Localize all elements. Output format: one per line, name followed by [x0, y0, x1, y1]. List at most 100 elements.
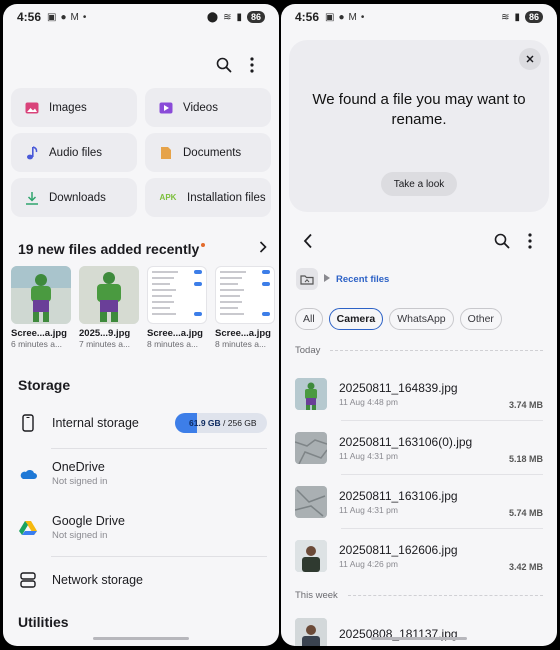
- home-folder-icon[interactable]: [296, 268, 318, 290]
- breadcrumb-recent-files[interactable]: Recent files: [336, 274, 389, 285]
- recent-item[interactable]: 2025...9.jpg 7 minutes a...: [79, 266, 139, 349]
- recent-item[interactable]: Scree...a.jpg 6 minutes a...: [11, 266, 71, 349]
- wifi-icon: ≋: [223, 11, 232, 23]
- category-videos[interactable]: Videos: [145, 88, 271, 127]
- internal-storage-label: Internal storage: [52, 416, 139, 430]
- utilities-section-title: Utilities: [18, 614, 69, 630]
- category-images[interactable]: Images: [11, 88, 137, 127]
- category-label: Audio files: [49, 146, 103, 159]
- system-icons: ≋ ▮ 86: [501, 11, 543, 23]
- file-row[interactable]: 20250811_164839.jpg 11 Aug 4:48 pm 3.74 …: [295, 376, 543, 412]
- banner-message: We found a file you may want to rename.: [312, 91, 526, 128]
- chevron-right-icon[interactable]: [259, 240, 267, 258]
- apk-icon: APK: [159, 193, 177, 202]
- image-icon: [23, 102, 41, 114]
- recent-item-name: Scree...a.jpg: [147, 328, 203, 339]
- divider: [51, 448, 267, 449]
- recent-item-name: 2025...9.jpg: [79, 328, 131, 339]
- file-name: 20250811_163106(0).jpg: [339, 435, 473, 449]
- filter-chip-camera[interactable]: Camera: [328, 308, 384, 330]
- recent-item[interactable]: Scree...a.jpg 8 minutes a...: [147, 266, 207, 349]
- storage-used: 61.9 GB: [189, 418, 221, 428]
- divider: [341, 528, 543, 529]
- system-icons: ⬤ ≋ ▮ 86: [207, 11, 265, 23]
- network-storage-item[interactable]: Network storage: [18, 570, 267, 590]
- recent-item-name: Scree...a.jpg: [11, 328, 67, 339]
- divider: [341, 474, 543, 475]
- signal-icon: ▮: [236, 11, 242, 23]
- recent-thumbnail-screenshot: [147, 266, 207, 324]
- file-row[interactable]: 20250808_181137.jpg: [295, 616, 543, 646]
- screenshot-icon: ▣: [325, 11, 335, 23]
- filter-chip-all[interactable]: All: [295, 308, 323, 330]
- back-arrow-icon[interactable]: [297, 230, 319, 252]
- phone-icon: [18, 414, 38, 432]
- signal-icon: ▮: [514, 11, 520, 23]
- recent-item-name: Scree...a.jpg: [215, 328, 271, 339]
- dashed-divider: [347, 595, 543, 596]
- recent-files-screen: 4:56 ▣ ● M • ≋ ▮ 86 We found a file you …: [281, 4, 557, 646]
- download-icon: [23, 191, 41, 205]
- category-grid: Images Videos Audio files Documents Down…: [11, 88, 271, 217]
- file-thumbnail: [295, 540, 327, 572]
- storage-section-title: Storage: [18, 377, 71, 393]
- take-a-look-button[interactable]: Take a look: [381, 172, 457, 196]
- file-size: 3.74 MB: [508, 400, 543, 410]
- file-row[interactable]: 20250811_163106(0).jpg 11 Aug 4:31 pm 5.…: [295, 430, 543, 466]
- file-date: 11 Aug 4:48 pm: [339, 397, 398, 407]
- more-options-icon[interactable]: [519, 230, 541, 252]
- close-icon[interactable]: [519, 48, 541, 70]
- new-indicator-dot: [201, 243, 206, 247]
- file-name: 20250811_162606.jpg: [339, 543, 458, 557]
- filter-chip-whatsapp[interactable]: WhatsApp: [389, 308, 454, 330]
- storage-usage-text: 61.9 GB / 256 GB: [175, 418, 257, 428]
- group-label: This week: [295, 590, 338, 601]
- google-drive-label: Google Drive: [52, 514, 125, 528]
- file-name: 20250811_163106.jpg: [339, 489, 458, 503]
- recent-item[interactable]: Scree...a.jpg 8 minutes a...: [215, 266, 275, 349]
- notification-icons: ▣ ● M •: [47, 12, 86, 23]
- status-time: 4:56: [295, 10, 320, 24]
- category-downloads[interactable]: Downloads: [11, 178, 137, 217]
- filter-chip-other[interactable]: Other: [459, 308, 502, 330]
- google-drive-item[interactable]: Google Drive Not signed in: [18, 514, 267, 541]
- file-row[interactable]: 20250811_162606.jpg 11 Aug 4:26 pm 3.42 …: [295, 538, 543, 574]
- recent-thumbnail-hulk: [11, 266, 71, 324]
- category-installation-files[interactable]: APK Installation files: [145, 178, 271, 217]
- home-indicator[interactable]: [371, 637, 467, 640]
- recent-thumbnail-hulk: [79, 266, 139, 324]
- file-date: 11 Aug 4:26 pm: [339, 559, 398, 569]
- status-time: 4:56: [17, 10, 42, 24]
- group-header-this-week: This week: [295, 590, 543, 601]
- status-bar: 4:56 ▣ ● M • ⬤ ≋ ▮ 86: [3, 4, 279, 30]
- onedrive-item[interactable]: OneDrive Not signed in: [18, 460, 267, 487]
- search-icon[interactable]: [491, 230, 513, 252]
- file-row[interactable]: 20250811_163106.jpg 11 Aug 4:31 pm 5.74 …: [295, 484, 543, 520]
- category-audio[interactable]: Audio files: [11, 133, 137, 172]
- server-icon: [18, 572, 38, 588]
- category-label: Videos: [183, 101, 218, 114]
- recent-item-time: 8 minutes a...: [215, 339, 267, 349]
- divider: [51, 556, 267, 557]
- file-size: 5.74 MB: [508, 508, 543, 518]
- file-thumbnail: [295, 486, 327, 518]
- breadcrumb-arrow-icon: [324, 273, 330, 285]
- music-note-icon: [23, 145, 41, 160]
- home-indicator[interactable]: [93, 637, 189, 640]
- dashed-divider: [330, 350, 543, 351]
- file-size: 5.18 MB: [508, 454, 543, 464]
- dot-icon: •: [360, 11, 365, 23]
- recent-files-header[interactable]: 19 new files added recently: [18, 240, 267, 258]
- status-bar: 4:56 ▣ ● M • ≋ ▮ 86: [281, 4, 557, 30]
- file-name: 20250811_164839.jpg: [339, 381, 458, 395]
- recent-item-time: 7 minutes a...: [79, 339, 131, 349]
- file-date: 11 Aug 4:31 pm: [339, 505, 398, 515]
- category-documents[interactable]: Documents: [145, 133, 271, 172]
- dot-icon: •: [82, 11, 87, 23]
- mail-icon: M: [348, 11, 357, 23]
- recent-item-time: 8 minutes a...: [147, 339, 199, 349]
- screenshot-icon: ▣: [47, 11, 57, 23]
- more-options-icon[interactable]: [241, 54, 263, 76]
- onedrive-status: Not signed in: [52, 476, 108, 487]
- search-icon[interactable]: [213, 54, 235, 76]
